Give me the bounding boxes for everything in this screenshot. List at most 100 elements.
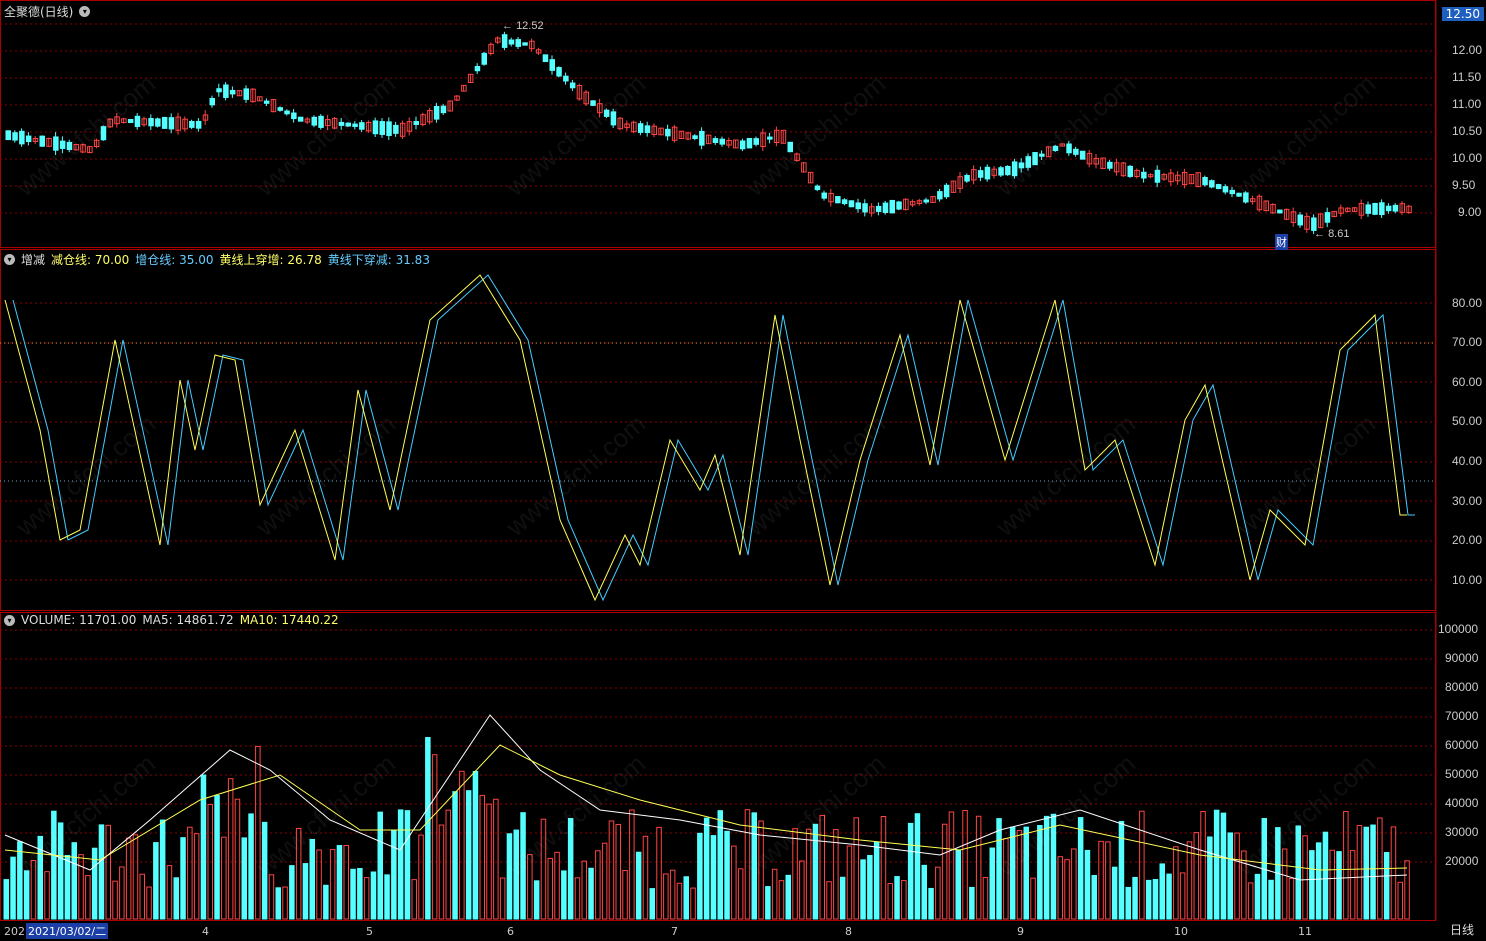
volume-bar xyxy=(1234,832,1240,920)
candle-body xyxy=(1154,169,1161,183)
price-tick: 12.00 xyxy=(1452,43,1483,57)
volume-tick: 60000 xyxy=(1445,738,1479,752)
volume-bar xyxy=(329,849,336,920)
volume-bar xyxy=(1383,852,1390,920)
candle-body xyxy=(977,170,984,178)
candle-body xyxy=(1202,176,1208,186)
volume-bar xyxy=(622,870,628,920)
candle-body xyxy=(189,120,195,128)
volume-bar xyxy=(1023,826,1029,920)
volume-bar xyxy=(397,809,404,920)
volume-bar xyxy=(1179,872,1186,920)
volume-bar xyxy=(805,828,812,920)
candle-body xyxy=(291,112,297,120)
candle-body xyxy=(161,116,168,129)
volume-bar xyxy=(1281,848,1288,920)
volume-bar xyxy=(1207,836,1213,920)
chevron-down-icon[interactable]: ▾ xyxy=(4,254,15,265)
chart-canvas[interactable] xyxy=(0,0,1486,941)
volume-bar xyxy=(268,874,275,920)
volume-bar xyxy=(159,819,166,920)
candle-body xyxy=(569,82,576,89)
volume-bar xyxy=(574,877,581,920)
candle-body xyxy=(542,54,549,63)
volume-bar xyxy=(907,822,914,920)
candle-body xyxy=(814,185,821,191)
volume-bar xyxy=(1159,863,1165,920)
volume-bar xyxy=(1118,820,1125,920)
volume-bar xyxy=(1003,838,1009,920)
candle-body xyxy=(1372,203,1378,215)
volume-bar xyxy=(289,865,295,920)
volume-bar xyxy=(1125,886,1131,920)
volume-bar xyxy=(350,868,356,920)
volume-bar xyxy=(479,794,485,920)
volume-bar xyxy=(10,856,16,920)
volume-tick: 40000 xyxy=(1445,796,1479,810)
volume-bar xyxy=(1349,850,1356,920)
volume-bar xyxy=(248,813,254,920)
volume-bar xyxy=(724,830,730,920)
volume-bar xyxy=(404,810,411,920)
candle-body xyxy=(746,137,753,149)
volume-bar xyxy=(513,829,519,920)
candle-body xyxy=(753,138,759,145)
volume-bar xyxy=(1200,811,1206,920)
volume-bar xyxy=(669,869,676,920)
volume-bar xyxy=(78,854,84,920)
candle-body xyxy=(66,141,73,150)
volume-tick: 30000 xyxy=(1445,825,1479,839)
volume-bar xyxy=(785,874,791,920)
candle-body xyxy=(25,135,32,142)
candle-body xyxy=(610,111,617,126)
candle-body xyxy=(692,135,698,139)
volume-bar xyxy=(499,877,506,920)
month-label: 5 xyxy=(366,925,373,938)
volume-bar xyxy=(1268,879,1274,920)
period-label[interactable]: 日线 xyxy=(1450,921,1474,938)
volume-bar xyxy=(1356,825,1363,920)
candle-body xyxy=(964,174,970,182)
candle-body xyxy=(53,136,59,151)
volume-bar xyxy=(377,811,383,920)
volume-bar xyxy=(710,835,717,920)
indicator-tick: 30.00 xyxy=(1452,494,1483,508)
volume-bar xyxy=(1322,831,1329,920)
month-label: 9 xyxy=(1017,925,1024,938)
volume-bar xyxy=(431,754,438,920)
volume-bar xyxy=(438,824,445,920)
volume-bar xyxy=(173,877,179,920)
candle-body xyxy=(1392,204,1399,212)
candle-body xyxy=(440,105,447,114)
volume-bar xyxy=(703,817,710,920)
volume-bar xyxy=(867,855,873,920)
chevron-down-icon[interactable]: ▾ xyxy=(4,614,15,626)
volume-bar xyxy=(629,809,635,920)
volume-bar xyxy=(887,883,893,920)
chevron-down-icon[interactable]: ▾ xyxy=(79,6,91,17)
candle-body xyxy=(1127,165,1133,177)
candle-body xyxy=(1141,171,1147,179)
volume-bar xyxy=(1404,860,1410,920)
candle-body xyxy=(1011,161,1018,177)
volume-bar xyxy=(751,812,757,920)
volume-bar xyxy=(792,828,798,920)
volume-bar xyxy=(1091,874,1097,920)
volume-bar xyxy=(1139,810,1145,920)
volume-bar xyxy=(493,798,499,920)
volume-bar xyxy=(425,737,431,920)
price-panel-header: 全聚德(日线) ▾ xyxy=(4,3,91,20)
volume-bar xyxy=(302,863,309,920)
candle-body xyxy=(1052,145,1059,151)
volume-bar xyxy=(914,813,921,920)
volume-bar xyxy=(771,868,778,920)
volume-tick: 70000 xyxy=(1445,709,1479,723)
volume-bar xyxy=(323,884,329,920)
candle-body xyxy=(644,125,651,134)
volume-bar xyxy=(1343,811,1349,920)
candle-body xyxy=(1297,214,1303,226)
volume-bar xyxy=(363,877,370,920)
finance-badge[interactable]: 财 xyxy=(1275,234,1288,250)
candle-body xyxy=(787,141,793,153)
volume-bar xyxy=(996,818,1002,920)
